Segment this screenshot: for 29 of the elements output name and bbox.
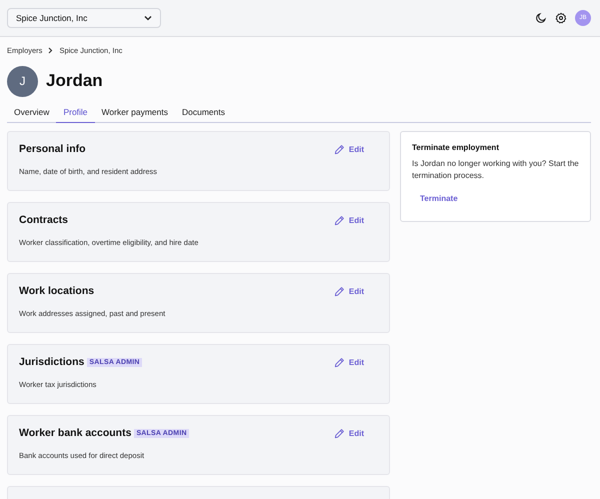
section-title: Contracts: [19, 214, 68, 226]
chevron-down-icon: [144, 15, 152, 21]
edit-button[interactable]: Edit: [328, 284, 370, 298]
worker-avatar: J: [7, 66, 38, 96]
pencil-icon: [334, 356, 345, 368]
section-title: Jurisdictions: [19, 356, 84, 368]
tab[interactable]: Profile: [56, 101, 95, 123]
chevron-right-icon: [48, 46, 54, 54]
settings-icon[interactable]: [555, 12, 567, 24]
card-title: Terminate employment: [412, 143, 500, 152]
employer-select[interactable]: Spice Junction, Inc: [7, 8, 161, 28]
edit-button[interactable]: Edit: [328, 356, 370, 368]
worker-name: Jordan: [46, 71, 103, 91]
tab[interactable]: Worker payments: [94, 101, 175, 123]
section-title: Worker bank accounts: [19, 427, 132, 439]
tab[interactable]: Overview: [7, 101, 56, 123]
card-description: Is Jordan no longer working with you? Start the termination process.: [412, 158, 579, 182]
pencil-icon: [334, 214, 345, 226]
terminate-button[interactable]: Terminate: [420, 194, 458, 203]
section-title: Personal info: [19, 143, 86, 155]
tab[interactable]: Documents: [174, 101, 232, 123]
edit-button[interactable]: Edit: [328, 426, 370, 440]
pencil-icon: [334, 286, 345, 296]
moon-icon[interactable]: [535, 12, 547, 24]
edit-button[interactable]: Edit: [328, 214, 370, 226]
pencil-icon: [334, 144, 345, 154]
pencil-icon: [334, 428, 345, 438]
edit-button[interactable]: Edit: [328, 142, 370, 156]
section-title: Work locations: [19, 285, 94, 297]
